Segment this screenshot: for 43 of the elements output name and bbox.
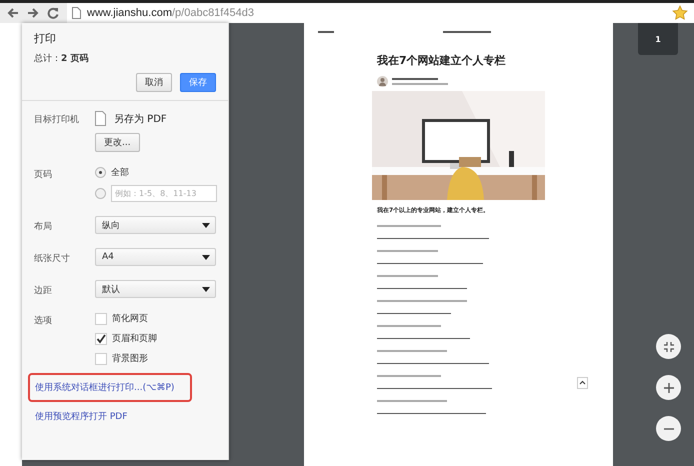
print-link[interactable]: 使用系统对话框进行打印...(⌥⌘P) (35, 383, 174, 393)
setting-label: 纸张尺寸 (34, 252, 71, 264)
page-icon (72, 7, 81, 19)
fit-page-button[interactable] (656, 334, 681, 359)
zoom-out-button[interactable] (656, 416, 681, 441)
page-total: 总计：2 页码 (34, 52, 90, 65)
dialog-title: 打印 (34, 31, 57, 46)
destination-name: 另存为 PDF (114, 112, 167, 126)
forward-icon[interactable] (27, 7, 39, 19)
caret-icon (202, 254, 210, 260)
article-title: 我在7个网站建立个人专栏 (377, 53, 507, 68)
address-bar[interactable]: www.jianshu.com/p/0abc81f454d3 (67, 3, 694, 23)
avatar-icon (377, 76, 388, 87)
print-link[interactable]: 使用预览程序打开 PDF (35, 412, 128, 422)
setting-label: 布局 (34, 220, 53, 232)
reload-icon[interactable] (47, 7, 59, 19)
dropdown[interactable]: 默认 (95, 280, 216, 298)
checkbox-label: 背景图形 (112, 352, 148, 365)
caret-icon (202, 222, 210, 228)
back-icon[interactable] (7, 7, 19, 19)
scroll-top-icon[interactable] (577, 377, 588, 389)
checkbox-label: 简化网页 (112, 312, 148, 325)
page-range-field[interactable]: 例如：1-5、8、11-13 (111, 185, 217, 202)
radio-button[interactable] (95, 188, 106, 199)
document-icon (95, 111, 106, 126)
setting-label: 边距 (34, 284, 53, 296)
setting-label: 选项 (34, 314, 53, 328)
setting-label: 页码 (34, 169, 53, 182)
checkbox[interactable] (95, 332, 107, 344)
radio-button[interactable] (95, 167, 106, 178)
dropdown[interactable]: A4 (95, 248, 216, 266)
caret-icon (202, 286, 210, 292)
star-icon[interactable] (672, 5, 688, 21)
radio-label: 全部 (111, 166, 129, 179)
setting-label: 目标打印机 (34, 114, 80, 127)
checkbox-label: 页眉和页脚 (112, 332, 157, 345)
plus-icon (662, 382, 674, 394)
dropdown[interactable]: 纵向 (95, 216, 216, 234)
change-button[interactable]: 更改... (95, 133, 140, 152)
page-number-badge: 1 (638, 23, 678, 55)
cancel-button[interactable]: 取消 (136, 73, 172, 92)
zoom-in-button[interactable] (656, 375, 681, 400)
fit-icon (662, 340, 674, 352)
